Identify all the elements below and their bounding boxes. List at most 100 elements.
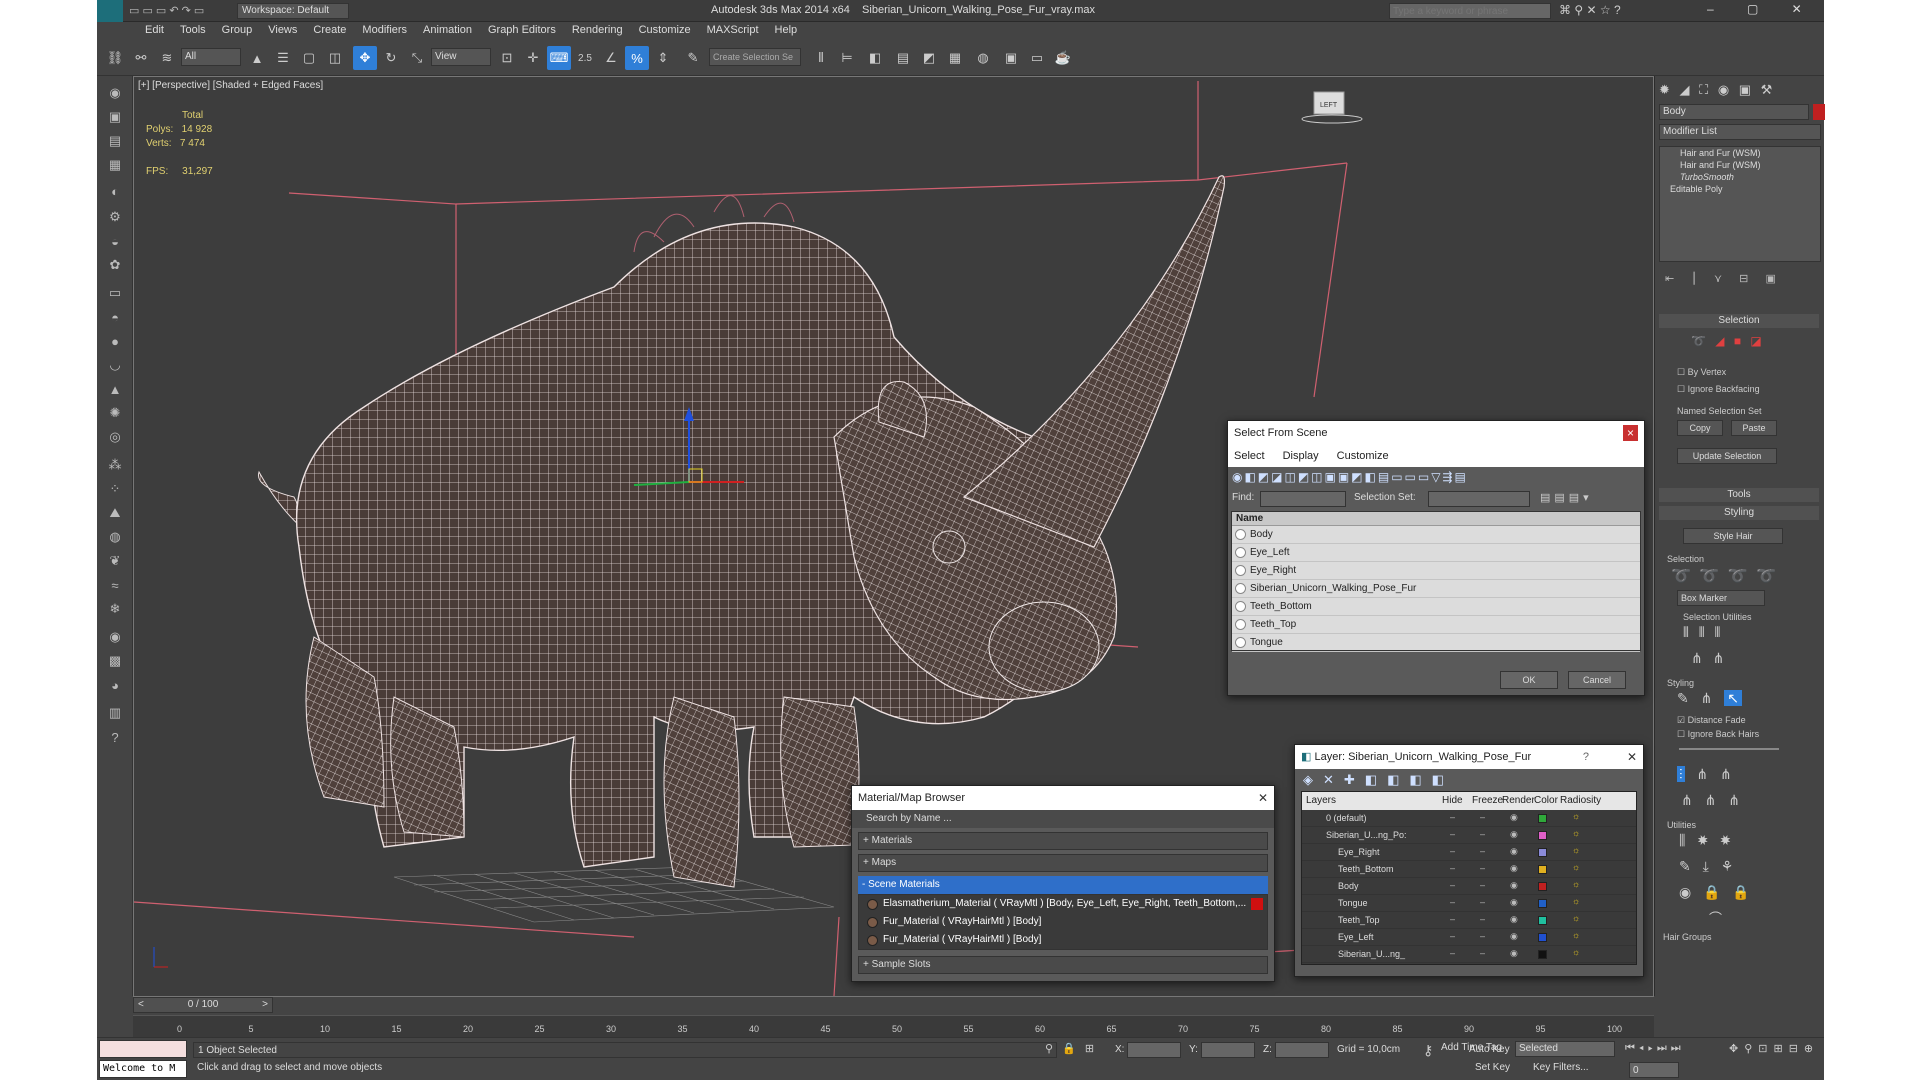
radiosity-icon[interactable]: ☼ xyxy=(1572,845,1580,855)
radiosity-icon[interactable]: ☼ xyxy=(1572,879,1580,889)
render-toggle[interactable]: ◉ xyxy=(1510,897,1518,908)
menu-graph-editors[interactable]: Graph Editors xyxy=(480,22,564,38)
skin-icon[interactable]: ⛰ xyxy=(103,502,127,524)
update-selection-button[interactable]: Update Selection xyxy=(1677,448,1777,464)
modifier-stack[interactable]: Hair and Fur (WSM) Hair and Fur (WSM) Turb… xyxy=(1659,146,1821,262)
layer-color-swatch[interactable] xyxy=(1538,882,1547,891)
select-scale-icon[interactable]: ⤡ xyxy=(405,46,429,70)
render-toggle[interactable]: ◉ xyxy=(1510,914,1518,925)
select-manipulate-icon[interactable]: ✛ xyxy=(521,46,545,70)
menu-rendering[interactable]: Rendering xyxy=(564,22,631,38)
layer-color-swatch[interactable] xyxy=(1538,814,1547,823)
menu-edit[interactable]: Edit xyxy=(137,22,172,38)
scene-material-row[interactable]: Fur_Material ( VRayHairMtl ) [Body] xyxy=(859,913,1267,931)
viewport-nav-icons[interactable]: ✥⚲⊡⊞⊟⊕ xyxy=(1729,1042,1819,1055)
mirror-icon[interactable]: ⫴ xyxy=(809,46,833,70)
layer-col-color[interactable]: Color xyxy=(1534,795,1558,806)
spinner-snap-icon[interactable]: ⇕ xyxy=(651,46,675,70)
menu-group[interactable]: Group xyxy=(214,22,261,38)
plant-icon[interactable]: ❦ xyxy=(103,550,127,572)
puff-tool-icons[interactable]: ⋔ ⋔ ⋔ xyxy=(1681,792,1740,809)
scene-object-row[interactable]: Siberian_Unicorn_Walking_Pose_Fur xyxy=(1232,580,1640,598)
freeze-toggle[interactable]: – xyxy=(1480,863,1485,873)
brush-size-slider[interactable] xyxy=(1679,748,1779,750)
layer-row[interactable]: Siberian_U...ng_ – – ◉ ☼ xyxy=(1302,946,1636,963)
maps-group[interactable]: + Maps xyxy=(858,854,1268,872)
menu-tools[interactable]: Tools xyxy=(172,22,214,38)
menu-maxscript[interactable]: MAXScript xyxy=(699,22,767,38)
tool-5-icon[interactable]: ◐ xyxy=(103,180,127,202)
radiosity-icon[interactable]: ☼ xyxy=(1572,828,1580,838)
freeze-toggle[interactable]: – xyxy=(1480,897,1485,907)
select-rotate-icon[interactable]: ↻ xyxy=(379,46,403,70)
modifier-stack-item[interactable]: TurboSmooth xyxy=(1660,171,1820,183)
ball-icon[interactable]: ◉ xyxy=(103,626,127,648)
modifier-stack-item[interactable]: Hair and Fur (WSM) xyxy=(1660,147,1820,159)
layer-row[interactable]: 0 (default) – – ◉ ☼ xyxy=(1302,810,1636,827)
modifier-stack-item[interactable]: Hair and Fur (WSM) xyxy=(1660,159,1820,171)
set-key-button[interactable]: Set Key xyxy=(1475,1062,1510,1073)
layer-row[interactable]: Teeth_Bottom – – ◉ ☼ xyxy=(1302,861,1636,878)
set-icons[interactable]: ▤▤▤▾ xyxy=(1540,491,1593,504)
radiosity-icon[interactable]: ☼ xyxy=(1572,811,1580,821)
render-toggle[interactable]: ◉ xyxy=(1510,880,1518,891)
freeze-toggle[interactable]: – xyxy=(1480,880,1485,890)
particles-icon[interactable]: ⁂ xyxy=(103,454,127,476)
scene-object-row[interactable]: Tongue xyxy=(1232,634,1640,652)
search-input[interactable] xyxy=(1389,3,1551,19)
x-coord-input[interactable] xyxy=(1127,1042,1181,1058)
grow-shrink-icons[interactable]: ⋔ ⋔ xyxy=(1691,650,1724,667)
tool-7-icon[interactable]: ◒ xyxy=(103,230,127,252)
ignore-backfacing-checkbox[interactable]: ☐ Ignore Backfacing xyxy=(1677,384,1760,395)
layer-row[interactable]: Tongue – – ◉ ☼ xyxy=(1302,895,1636,912)
close-icon[interactable]: × xyxy=(1622,425,1638,441)
tool-8-icon[interactable]: ✿ xyxy=(103,254,127,276)
freeze-toggle[interactable]: – xyxy=(1480,914,1485,924)
pivot-center-icon[interactable]: ⊡ xyxy=(495,46,519,70)
undo-arc-icon[interactable]: ⌒ xyxy=(1709,908,1722,927)
freeze-toggle[interactable]: – xyxy=(1480,931,1485,941)
menu-animation[interactable]: Animation xyxy=(415,22,480,38)
scene-material-row[interactable]: Elasmatherium_Material ( VRayMtl ) [Body… xyxy=(859,895,1267,913)
graphite-toggle-icon[interactable]: ▤ xyxy=(891,46,915,70)
z-coord-input[interactable] xyxy=(1275,1042,1329,1058)
track-bar[interactable]: 0 5 10 15 20 25 30 35 40 45 50 55 60 65 70 75 80 85 90 95 10… xyxy=(133,1015,1654,1037)
key-mode-dropdown[interactable]: Selected xyxy=(1515,1041,1615,1057)
layer-row[interactable]: Siberian_U...ng_Po: – – ◉ ☼ xyxy=(1302,827,1636,844)
selection-level-icons[interactable]: ➰ ◢ ■ ◪ xyxy=(1691,334,1762,348)
cancel-button[interactable]: Cancel xyxy=(1568,671,1626,689)
layer-col-render[interactable]: Render xyxy=(1502,795,1535,806)
material-editor-icon[interactable]: ◍ xyxy=(971,46,995,70)
scene-object-row[interactable]: Body xyxy=(1232,526,1640,544)
paste-button[interactable]: Paste xyxy=(1731,420,1777,436)
tool-3-icon[interactable]: ▤ xyxy=(103,130,127,152)
modifier-stack-item[interactable]: Editable Poly xyxy=(1660,183,1820,195)
help-icons[interactable]: ⌘ ⚲ ✕ ☆ ? xyxy=(1559,3,1621,17)
material-search[interactable]: Search by Name ... xyxy=(852,810,1274,828)
maxscript-listener-red[interactable] xyxy=(99,1040,187,1058)
hide-toggle[interactable]: – xyxy=(1450,863,1455,873)
curve-editor-icon[interactable]: ◩ xyxy=(917,46,941,70)
hide-toggle[interactable]: – xyxy=(1450,914,1455,924)
scene-material-row[interactable]: Fur_Material ( VRayHairMtl ) [Body] xyxy=(859,931,1267,949)
tool-4-icon[interactable]: ▦ xyxy=(103,154,127,176)
layer-color-swatch[interactable] xyxy=(1538,831,1547,840)
freeze-toggle[interactable]: – xyxy=(1480,829,1485,839)
layer-color-swatch[interactable] xyxy=(1538,950,1547,959)
comb-tool-icons[interactable]: ⫶ ⋔ ⋔ xyxy=(1677,766,1732,783)
radiosity-icon[interactable]: ☼ xyxy=(1572,896,1580,906)
radiosity-icon[interactable]: ☼ xyxy=(1572,947,1580,957)
sfs-menu-display[interactable]: Display xyxy=(1283,450,1319,462)
object-color-swatch[interactable] xyxy=(1813,104,1825,120)
render-toggle[interactable]: ◉ xyxy=(1510,863,1518,874)
utility-icons-2[interactable]: ✎ ⤓ ⚘ xyxy=(1679,858,1733,875)
unlink-icon[interactable]: ⚯ xyxy=(129,46,153,70)
render-toggle[interactable]: ◉ xyxy=(1510,846,1518,857)
layer-col-hide[interactable]: Hide xyxy=(1442,795,1463,806)
find-input[interactable] xyxy=(1260,491,1346,507)
style-hair-button[interactable]: Style Hair xyxy=(1683,528,1783,544)
maxscript-listener[interactable]: Welcome to M xyxy=(99,1060,187,1078)
align-icon[interactable]: ⊨ xyxy=(835,46,859,70)
bowl-icon[interactable]: ◡ xyxy=(103,354,127,376)
hide-toggle[interactable]: – xyxy=(1450,897,1455,907)
